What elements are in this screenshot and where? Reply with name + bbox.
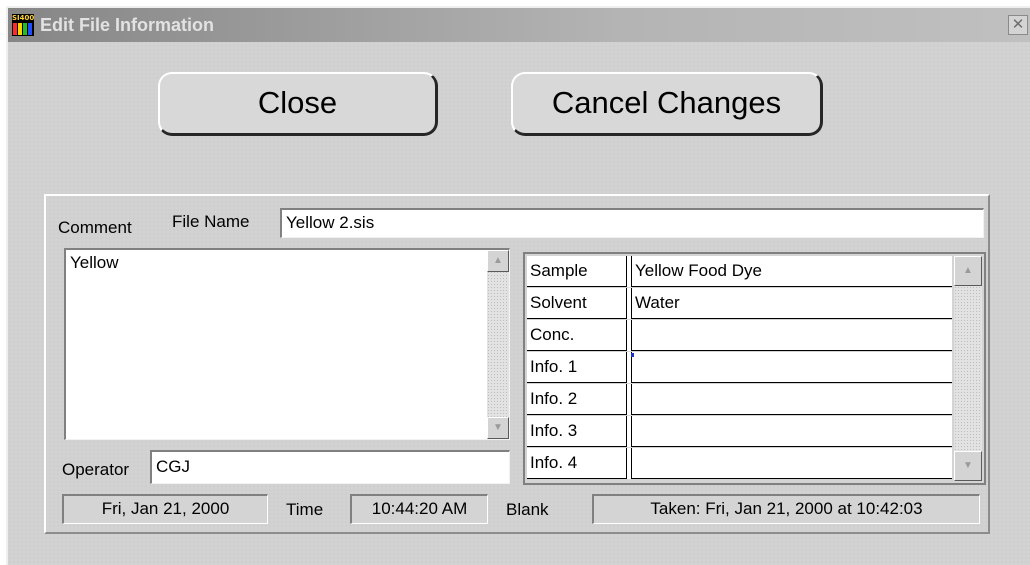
grid-row-value[interactable]: [631, 416, 952, 447]
app-icon-label: SI400: [12, 14, 34, 22]
app-logo-icon: SI400: [12, 14, 34, 36]
grid-row: Conc.: [527, 320, 952, 352]
comment-textarea[interactable]: Yellow ▲ ▼: [64, 248, 510, 440]
grid-row-label: Info. 1: [527, 352, 627, 383]
grid-row-label: Sample: [527, 256, 627, 287]
text-caret: [631, 353, 634, 357]
grid-row: Info. 4: [527, 448, 952, 480]
file-name-label: File Name: [172, 212, 250, 231]
grid-row-value[interactable]: Yellow Food Dye: [631, 256, 952, 287]
scroll-down-arrow-icon[interactable]: ▼: [487, 417, 509, 439]
app-icon-bar: [28, 23, 32, 35]
cancel-changes-button[interactable]: Cancel Changes: [511, 72, 823, 136]
grid-row: Info. 2: [527, 384, 952, 416]
grid-row-value[interactable]: Water: [631, 288, 952, 319]
grid-row-value[interactable]: [631, 384, 952, 415]
grid-row-label: Info. 3: [527, 416, 627, 447]
grid-row: Info. 1: [527, 352, 952, 384]
blank-label: Blank: [506, 500, 549, 519]
app-icon-bar: [13, 23, 17, 35]
window-title: Edit File Information: [40, 15, 214, 35]
comment-scrollbar[interactable]: ▲ ▼: [487, 250, 509, 439]
scroll-up-arrow-icon[interactable]: ▲: [487, 250, 509, 272]
app-icon-bar: [23, 23, 27, 35]
operator-input[interactable]: CGJ: [150, 450, 510, 484]
grid-row: Solvent Water: [527, 288, 952, 320]
grid-row-label: Info. 2: [527, 384, 627, 415]
grid-row-label: Solvent: [527, 288, 627, 319]
file-name-input[interactable]: Yellow 2.sis: [280, 208, 984, 238]
time-label: Time: [286, 500, 324, 519]
app-icon-bars: [13, 23, 32, 35]
grid-row-value[interactable]: [631, 320, 952, 351]
app-icon-bar: [18, 23, 22, 35]
grid-row-label: Info. 4: [527, 448, 627, 479]
close-button[interactable]: Close: [158, 72, 438, 136]
grid-row-value[interactable]: [631, 352, 952, 383]
grid-scroll-down-arrow-icon[interactable]: ▼: [954, 451, 982, 481]
grid-row-label: Conc.: [527, 320, 627, 351]
edit-file-information-window: SI400 Edit File Information ✕ Close Canc…: [6, 6, 1030, 565]
operator-label: Operator: [62, 460, 130, 479]
file-info-panel: Comment File Name Yellow 2.sis Yellow ▲ …: [44, 194, 990, 534]
time-display: 10:44:20 AM: [350, 494, 488, 524]
title-bar[interactable]: SI400 Edit File Information ✕: [8, 8, 1030, 42]
grid-scrollbar[interactable]: ▲ ▼: [954, 256, 982, 481]
date-display: Fri, Jan 21, 2000: [62, 494, 268, 524]
grid-row: Info. 3: [527, 416, 952, 448]
sample-info-grid: Sample Yellow Food Dye Solvent Water Conc. In…: [523, 252, 986, 485]
comment-text: Yellow: [70, 253, 119, 272]
grid-row-value[interactable]: [631, 448, 952, 479]
grid-row: Sample Yellow Food Dye: [527, 256, 952, 288]
blank-taken-display: Taken: Fri, Jan 21, 2000 at 10:42:03: [592, 494, 980, 524]
window-close-button[interactable]: ✕: [1008, 15, 1028, 35]
grid-scroll-up-arrow-icon[interactable]: ▲: [954, 256, 982, 286]
comment-label: Comment: [58, 218, 132, 237]
